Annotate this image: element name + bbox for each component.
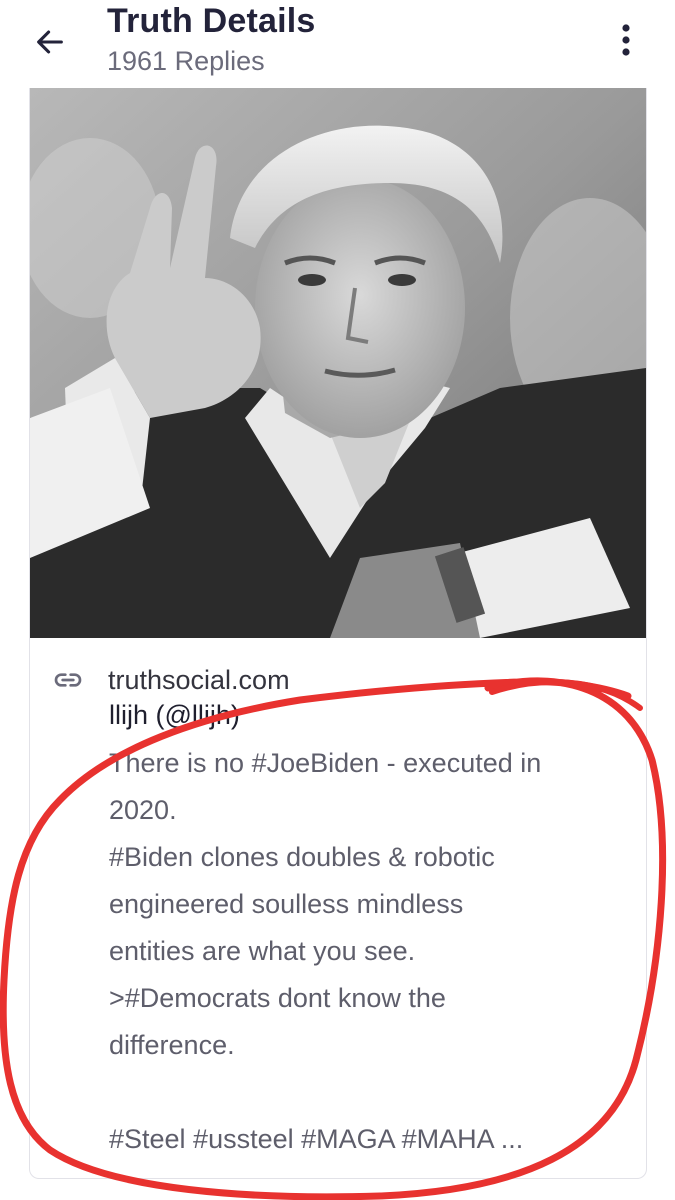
arrow-left-icon (37, 30, 63, 54)
more-options-button[interactable] (604, 18, 648, 62)
back-button[interactable] (28, 20, 72, 64)
post-line: >#Democrats dont know the (109, 983, 446, 1013)
post-line: engineered soulless mindless (109, 889, 464, 919)
post-text: There is no #JoeBiden - executed in 2020… (109, 740, 629, 1163)
post-line: #Biden clones doubles & robotic (109, 842, 495, 872)
top-app-bar: Truth Details 1961 Replies (0, 0, 675, 88)
link-row[interactable]: truthsocial.com (52, 662, 290, 698)
link-preview-card[interactable]: truthsocial.com llijh (@llijh) There is … (29, 88, 647, 1179)
more-vertical-icon (622, 24, 630, 56)
replies-count: 1961 Replies (107, 46, 265, 76)
post-line: 2020. (109, 795, 177, 825)
page-title: Truth Details (107, 2, 316, 40)
post-author: llijh (@llijh) (109, 700, 240, 730)
preview-image[interactable] (30, 88, 646, 638)
post-line: difference. (109, 1030, 235, 1060)
post-line: entities are what you see. (109, 936, 416, 966)
hashtags-line: #Steel #ussteel #MAGA #MAHA ... (109, 1124, 524, 1154)
link-icon (52, 664, 84, 696)
post-line (109, 1069, 629, 1116)
link-domain: truthsocial.com (108, 664, 290, 695)
photo (30, 88, 646, 638)
post-line: There is no #JoeBiden - executed in (109, 748, 542, 778)
